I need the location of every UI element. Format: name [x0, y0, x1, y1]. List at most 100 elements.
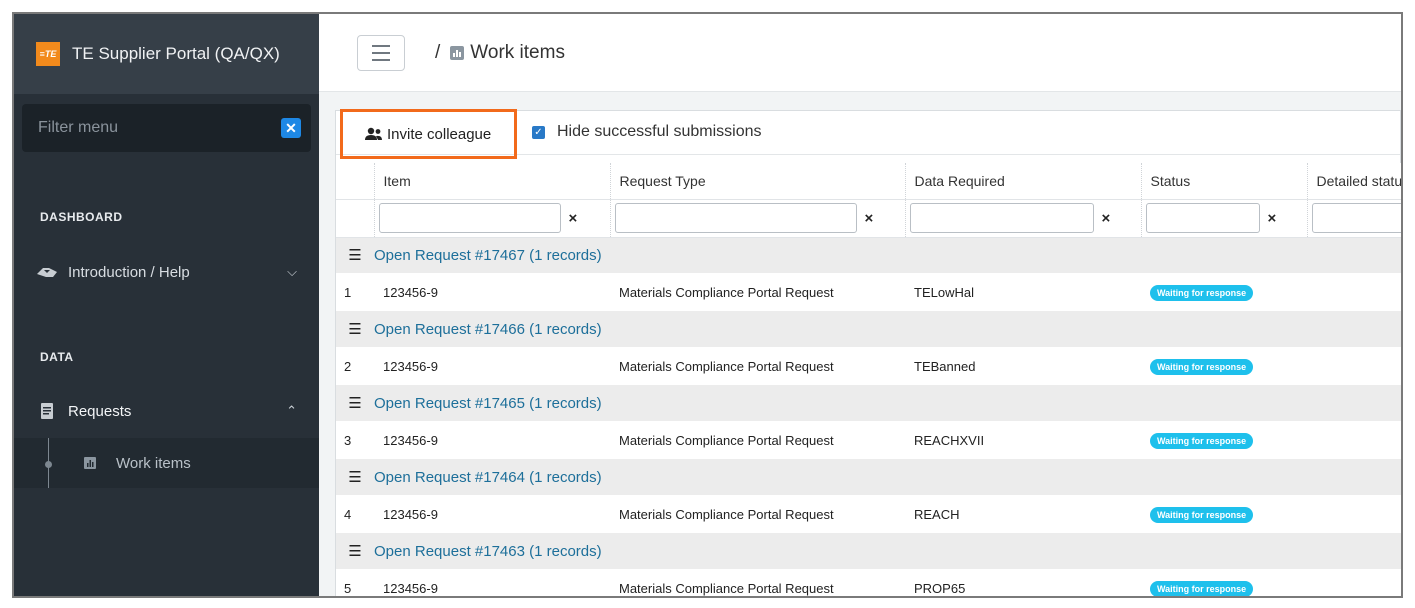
column-header-detailed-status[interactable]: Detailed status — [1307, 163, 1401, 200]
menu-toggle-button[interactable] — [357, 34, 405, 71]
users-icon — [365, 127, 383, 141]
sidebar: ≡TE TE Supplier Portal (QA/QX) ✕ DASHBOA… — [14, 14, 319, 596]
table-row[interactable]: 1 123456-9 Materials Compliance Portal Req… — [336, 273, 1401, 311]
hide-successful-toggle[interactable]: ✓ Hide successful submissions — [532, 123, 762, 141]
cell-request-type: Materials Compliance Portal Request — [610, 495, 905, 533]
group-label[interactable]: Open Request #17466 (1 records) — [374, 311, 1401, 347]
table-row[interactable]: 4 123456-9 Materials Compliance Portal Req… — [336, 495, 1401, 533]
checkbox-checked-icon[interactable]: ✓ — [532, 125, 545, 139]
row-number: 4 — [336, 495, 374, 533]
data-required-filter-input[interactable] — [909, 203, 1094, 233]
cell-detailed-status — [1307, 273, 1401, 311]
row-number: 2 — [336, 347, 374, 385]
status-filter-input[interactable] — [1145, 203, 1260, 233]
cell-data-required: REACHXVII — [905, 421, 1141, 459]
cell-item: 123456-9 — [374, 495, 610, 533]
clear-item-filter-icon[interactable]: × — [569, 210, 578, 227]
work-items-table: Item Request Type Data Required Status D… — [336, 163, 1401, 596]
table-row[interactable]: 3 123456-9 Materials Compliance Portal Req… — [336, 421, 1401, 459]
grid-toolbar: Invite colleague ✓ Hide successful submi… — [336, 109, 1400, 159]
brand-header[interactable]: ≡TE TE Supplier Portal (QA/QX) — [14, 14, 319, 94]
clear-filter-icon[interactable]: ✕ — [281, 118, 301, 138]
cell-item: 123456-9 — [374, 273, 610, 311]
sidebar-item-label: Requests — [68, 402, 132, 420]
clear-status-filter-icon[interactable]: × — [1268, 210, 1277, 227]
request-type-filter-input[interactable] — [614, 203, 857, 233]
sidebar-item-label: Introduction / Help — [68, 263, 190, 281]
column-header-request-type[interactable]: Request Type — [610, 163, 906, 200]
group-label[interactable]: Open Request #17463 (1 records) — [374, 533, 1401, 569]
group-row[interactable]: ☰ Open Request #17466 (1 records) — [336, 311, 1401, 347]
detailed-status-filter-input[interactable] — [1311, 203, 1401, 233]
status-badge: Waiting for response — [1150, 358, 1254, 375]
cell-data-required: REACH — [905, 495, 1141, 533]
table-body: ☰ Open Request #17467 (1 records) 1 123456-… — [336, 237, 1401, 596]
app-title: TE Supplier Portal (QA/QX) — [72, 44, 280, 63]
chart-icon — [450, 45, 465, 60]
cell-status: Waiting for response — [1141, 421, 1307, 459]
filter-cell-empty — [336, 199, 375, 238]
column-header-data-required[interactable]: Data Required — [905, 163, 1142, 200]
sidebar-item-introduction[interactable]: Introduction / Help ⌵ — [14, 252, 319, 292]
column-header-item[interactable]: Item — [374, 163, 611, 200]
handshake-icon — [36, 263, 58, 281]
chevron-down-icon: ⌵ — [287, 264, 297, 279]
hide-successful-label: Hide successful submissions — [557, 123, 762, 140]
cell-request-type: Materials Compliance Portal Request — [610, 347, 905, 385]
group-label[interactable]: Open Request #17464 (1 records) — [374, 459, 1401, 495]
filter-menu-input[interactable] — [38, 119, 281, 137]
topbar: / Work items — [319, 14, 1401, 92]
status-badge: Waiting for response — [1150, 432, 1254, 449]
table-row[interactable]: 2 123456-9 Materials Compliance Portal Req… — [336, 347, 1401, 385]
te-logo-icon: ≡TE — [36, 42, 60, 66]
status-badge: Waiting for response — [1150, 580, 1254, 596]
cell-detailed-status — [1307, 347, 1401, 385]
cell-data-required: TEBanned — [905, 347, 1141, 385]
work-items-panel: Invite colleague ✓ Hide successful submi… — [335, 109, 1401, 596]
status-badge: Waiting for response — [1150, 506, 1254, 523]
document-icon — [36, 402, 58, 420]
row-number: 1 — [336, 273, 374, 311]
invite-colleague-label: Invite colleague — [387, 125, 492, 143]
column-header-status[interactable]: Status — [1141, 163, 1308, 200]
clear-data-required-filter-icon[interactable]: × — [1102, 210, 1111, 227]
app-window: ≡TE TE Supplier Portal (QA/QX) ✕ DASHBOA… — [12, 12, 1403, 598]
item-filter-input[interactable] — [378, 203, 561, 233]
clear-request-type-filter-icon[interactable]: × — [865, 210, 874, 227]
table-header-row: Item Request Type Data Required Status D… — [336, 163, 1401, 200]
cell-request-type: Materials Compliance Portal Request — [610, 421, 905, 459]
group-row[interactable]: ☰ Open Request #17464 (1 records) — [336, 459, 1401, 495]
cell-detailed-status — [1307, 569, 1401, 596]
cell-request-type: Materials Compliance Portal Request — [610, 569, 905, 596]
group-row[interactable]: ☰ Open Request #17467 (1 records) — [336, 237, 1401, 273]
chart-icon — [84, 457, 96, 469]
table-row[interactable]: 5 123456-9 Materials Compliance Portal Req… — [336, 569, 1401, 596]
group-label[interactable]: Open Request #17465 (1 records) — [374, 385, 1401, 421]
cell-status: Waiting for response — [1141, 569, 1307, 596]
cell-status: Waiting for response — [1141, 347, 1307, 385]
tree-dot — [45, 461, 52, 468]
layers-icon: ☰ — [336, 237, 374, 273]
invite-colleague-button[interactable]: Invite colleague — [340, 109, 517, 159]
group-label[interactable]: Open Request #17467 (1 records) — [374, 237, 1401, 273]
row-number: 5 — [336, 569, 374, 596]
column-header-index — [336, 163, 375, 200]
cell-status: Waiting for response — [1141, 495, 1307, 533]
breadcrumb-separator: / — [435, 41, 441, 63]
cell-item: 123456-9 — [374, 421, 610, 459]
breadcrumb: / Work items — [435, 42, 565, 64]
layers-icon: ☰ — [336, 311, 374, 347]
layers-icon: ☰ — [336, 385, 374, 421]
group-row[interactable]: ☰ Open Request #17465 (1 records) — [336, 385, 1401, 421]
cell-status: Waiting for response — [1141, 273, 1307, 311]
section-data: DATA — [40, 350, 74, 364]
group-row[interactable]: ☰ Open Request #17463 (1 records) — [336, 533, 1401, 569]
layers-icon: ☰ — [336, 459, 374, 495]
section-dashboard: DASHBOARD — [40, 210, 123, 224]
cell-item: 123456-9 — [374, 569, 610, 596]
table-filter-row: × × × × — [336, 199, 1401, 238]
sidebar-item-work-items[interactable]: Work items — [14, 438, 319, 488]
sidebar-item-requests[interactable]: Requests ⌃ — [14, 391, 319, 431]
row-number: 3 — [336, 421, 374, 459]
cell-data-required: PROP65 — [905, 569, 1141, 596]
